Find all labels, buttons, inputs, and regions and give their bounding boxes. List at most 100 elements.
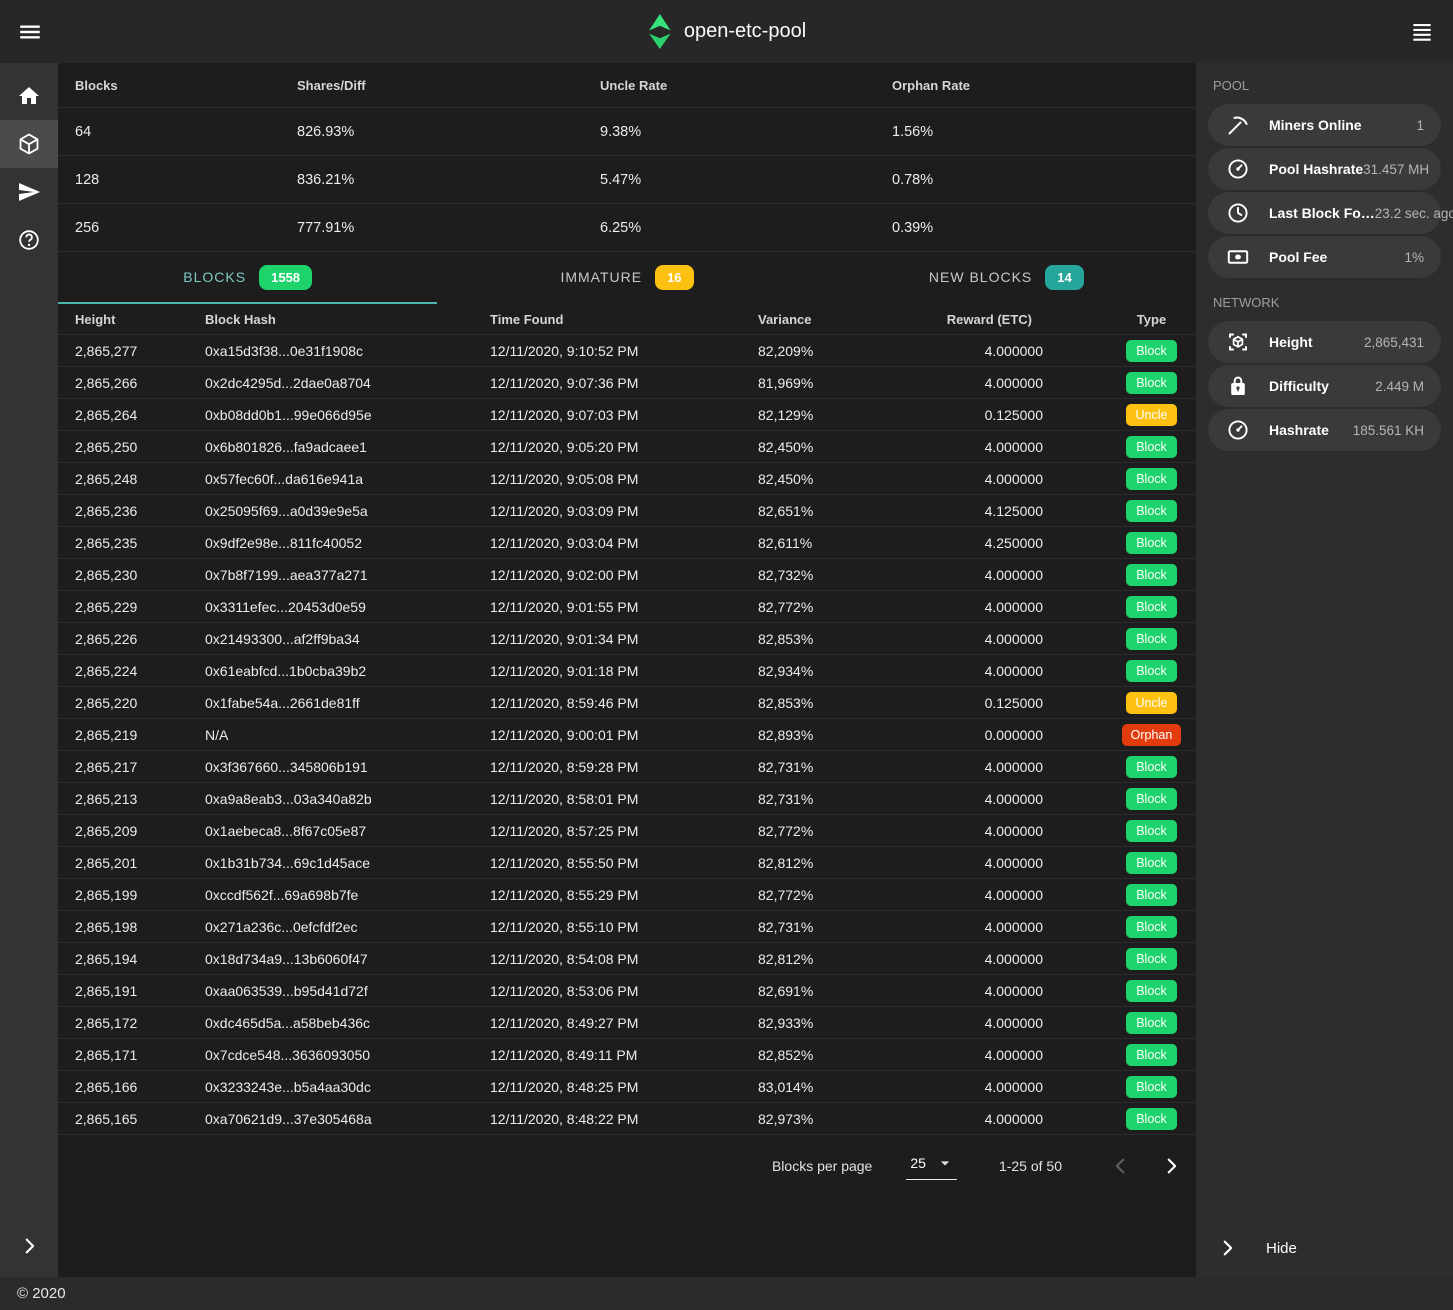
copyright-label: © 2020: [17, 1285, 66, 1302]
height-cell: 2,865,248: [75, 471, 205, 487]
type-badge: Block: [1126, 500, 1177, 522]
help-icon: [17, 228, 41, 252]
type-badge: Block: [1126, 788, 1177, 810]
height-cell: 2,865,171: [75, 1047, 205, 1063]
next-page-button[interactable]: [1160, 1155, 1182, 1177]
type-badge: Block: [1126, 820, 1177, 842]
height-cell: 2,865,235: [75, 535, 205, 551]
orphan-rate-cell: 0.78%: [892, 172, 1196, 188]
clock-icon: [1226, 201, 1250, 225]
hide-sidebar-button[interactable]: Hide: [1196, 1237, 1453, 1259]
reward-cell: 4.000000: [898, 1015, 1043, 1031]
page-range-label: 1-25 of 50: [999, 1158, 1062, 1174]
right-menu-button[interactable]: [1409, 19, 1435, 45]
time-found-cell: 12/11/2020, 9:10:52 PM: [490, 343, 758, 359]
sidebar-item[interactable]: [0, 216, 58, 264]
variance-col-header: Variance: [758, 312, 898, 327]
left-sidebar: [0, 63, 58, 1277]
tab-label: BLOCKS: [183, 269, 246, 285]
stats-col-header: Shares/Diff: [297, 78, 600, 93]
table-row: 2,865,172 0xdc465d5a...a58beb436c 12/11/…: [58, 1007, 1196, 1039]
stats-row: 64 826.93% 9.38% 1.56%: [58, 108, 1196, 156]
variance-cell: 82,893%: [758, 727, 898, 743]
type-badge: Block: [1126, 596, 1177, 618]
time-found-cell: 12/11/2020, 8:53:06 PM: [490, 983, 758, 999]
block-hash-cell: 0x3311efec...20453d0e59: [205, 599, 490, 615]
time-found-cell: 12/11/2020, 9:03:09 PM: [490, 503, 758, 519]
height-cell: 2,865,219: [75, 727, 205, 743]
time-found-cell: 12/11/2020, 9:03:04 PM: [490, 535, 758, 551]
sidebar-item[interactable]: [0, 120, 58, 168]
table-row: 2,865,235 0x9df2e98e...811fc40052 12/11/…: [58, 527, 1196, 559]
variance-cell: 82,852%: [758, 1047, 898, 1063]
block-hash-cell: 0x3233243e...b5a4aa30dc: [205, 1079, 490, 1095]
variance-cell: 82,812%: [758, 951, 898, 967]
stat-value: 23.2 sec. ago: [1375, 206, 1453, 221]
variance-cell: 81,969%: [758, 375, 898, 391]
stat-value: 1: [1416, 118, 1424, 133]
send-icon: [17, 180, 41, 204]
luck-stats-table: Blocks Shares/Diff Uncle Rate Orphan Rat…: [58, 63, 1196, 252]
tab[interactable]: BLOCKS 1558: [58, 252, 437, 304]
block-hash-cell: 0x1fabe54a...2661de81ff: [205, 695, 490, 711]
tab[interactable]: IMMATURE 16: [437, 252, 816, 304]
table-row: 2,865,277 0xa15d3f38...0e31f1908c 12/11/…: [58, 335, 1196, 367]
table-row: 2,865,229 0x3311efec...20453d0e59 12/11/…: [58, 591, 1196, 623]
page-size-select[interactable]: 25: [906, 1153, 957, 1180]
variance-cell: 82,209%: [758, 343, 898, 359]
variance-cell: 82,651%: [758, 503, 898, 519]
block-hash-cell: 0x18d734a9...13b6060f47: [205, 951, 490, 967]
type-badge: Block: [1126, 1012, 1177, 1034]
block-hash-cell: 0x7cdce548...3636093050: [205, 1047, 490, 1063]
time-found-cell: 12/11/2020, 8:55:50 PM: [490, 855, 758, 871]
stat-label: Difficulty: [1269, 378, 1329, 394]
etc-logo-icon: [647, 14, 672, 49]
time-found-cell: 12/11/2020, 9:07:03 PM: [490, 407, 758, 423]
type-badge: Block: [1126, 436, 1177, 458]
cube-scan-icon: [1226, 330, 1250, 354]
type-badge: Block: [1126, 564, 1177, 586]
reward-cell: 0.125000: [898, 407, 1043, 423]
pool-section-title: POOL: [1196, 63, 1453, 102]
type-badge: Block: [1126, 532, 1177, 554]
reward-cell: 4.000000: [898, 823, 1043, 839]
height-cell: 2,865,236: [75, 503, 205, 519]
table-row: 2,865,266 0x2dc4295d...2dae0a8704 12/11/…: [58, 367, 1196, 399]
time-found-cell: 12/11/2020, 8:54:08 PM: [490, 951, 758, 967]
variance-cell: 82,933%: [758, 1015, 898, 1031]
block-hash-cell: 0xa9a8eab3...03a340a82b: [205, 791, 490, 807]
previous-page-button[interactable]: [1110, 1155, 1132, 1177]
sidebar-item[interactable]: [0, 168, 58, 216]
hide-label: Hide: [1266, 1240, 1297, 1257]
block-hash-cell: 0x61eabfcd...1b0cba39b2: [205, 663, 490, 679]
variance-cell: 82,691%: [758, 983, 898, 999]
variance-cell: 82,129%: [758, 407, 898, 423]
page-footer: © 2020: [0, 1277, 1453, 1310]
page-size-value: 25: [910, 1155, 926, 1171]
height-cell: 2,865,198: [75, 919, 205, 935]
type-badge: Block: [1126, 948, 1177, 970]
block-hash-cell: 0xa15d3f38...0e31f1908c: [205, 343, 490, 359]
sidebar-expand-button[interactable]: [0, 1235, 58, 1257]
time-found-cell: 12/11/2020, 8:59:46 PM: [490, 695, 758, 711]
block-hash-cell: 0x57fec60f...da616e941a: [205, 471, 490, 487]
top-bar: open-etc-pool: [0, 0, 1453, 63]
menu-button[interactable]: [17, 19, 43, 45]
shares-diff-cell: 777.91%: [297, 220, 600, 236]
reward-cell: 0.000000: [898, 727, 1043, 743]
stat-value: 185.561 KH: [1353, 423, 1424, 438]
block-hash-cell: 0xb08dd0b1...99e066d95e: [205, 407, 490, 423]
reward-cell: 4.000000: [898, 343, 1043, 359]
stat-label: Pool Fee: [1269, 249, 1327, 265]
table-row: 2,865,213 0xa9a8eab3...03a340a82b 12/11/…: [58, 783, 1196, 815]
main-content: Blocks Shares/Diff Uncle Rate Orphan Rat…: [58, 63, 1196, 1277]
sidebar-item[interactable]: [0, 72, 58, 120]
variance-cell: 82,731%: [758, 791, 898, 807]
height-cell: 2,865,201: [75, 855, 205, 871]
variance-cell: 82,732%: [758, 567, 898, 583]
tab[interactable]: NEW BLOCKS 14: [817, 252, 1196, 304]
height-cell: 2,865,266: [75, 375, 205, 391]
block-hash-cell: 0x1aebeca8...8f67c05e87: [205, 823, 490, 839]
reward-cell: 4.000000: [898, 567, 1043, 583]
type-badge: Block: [1126, 884, 1177, 906]
